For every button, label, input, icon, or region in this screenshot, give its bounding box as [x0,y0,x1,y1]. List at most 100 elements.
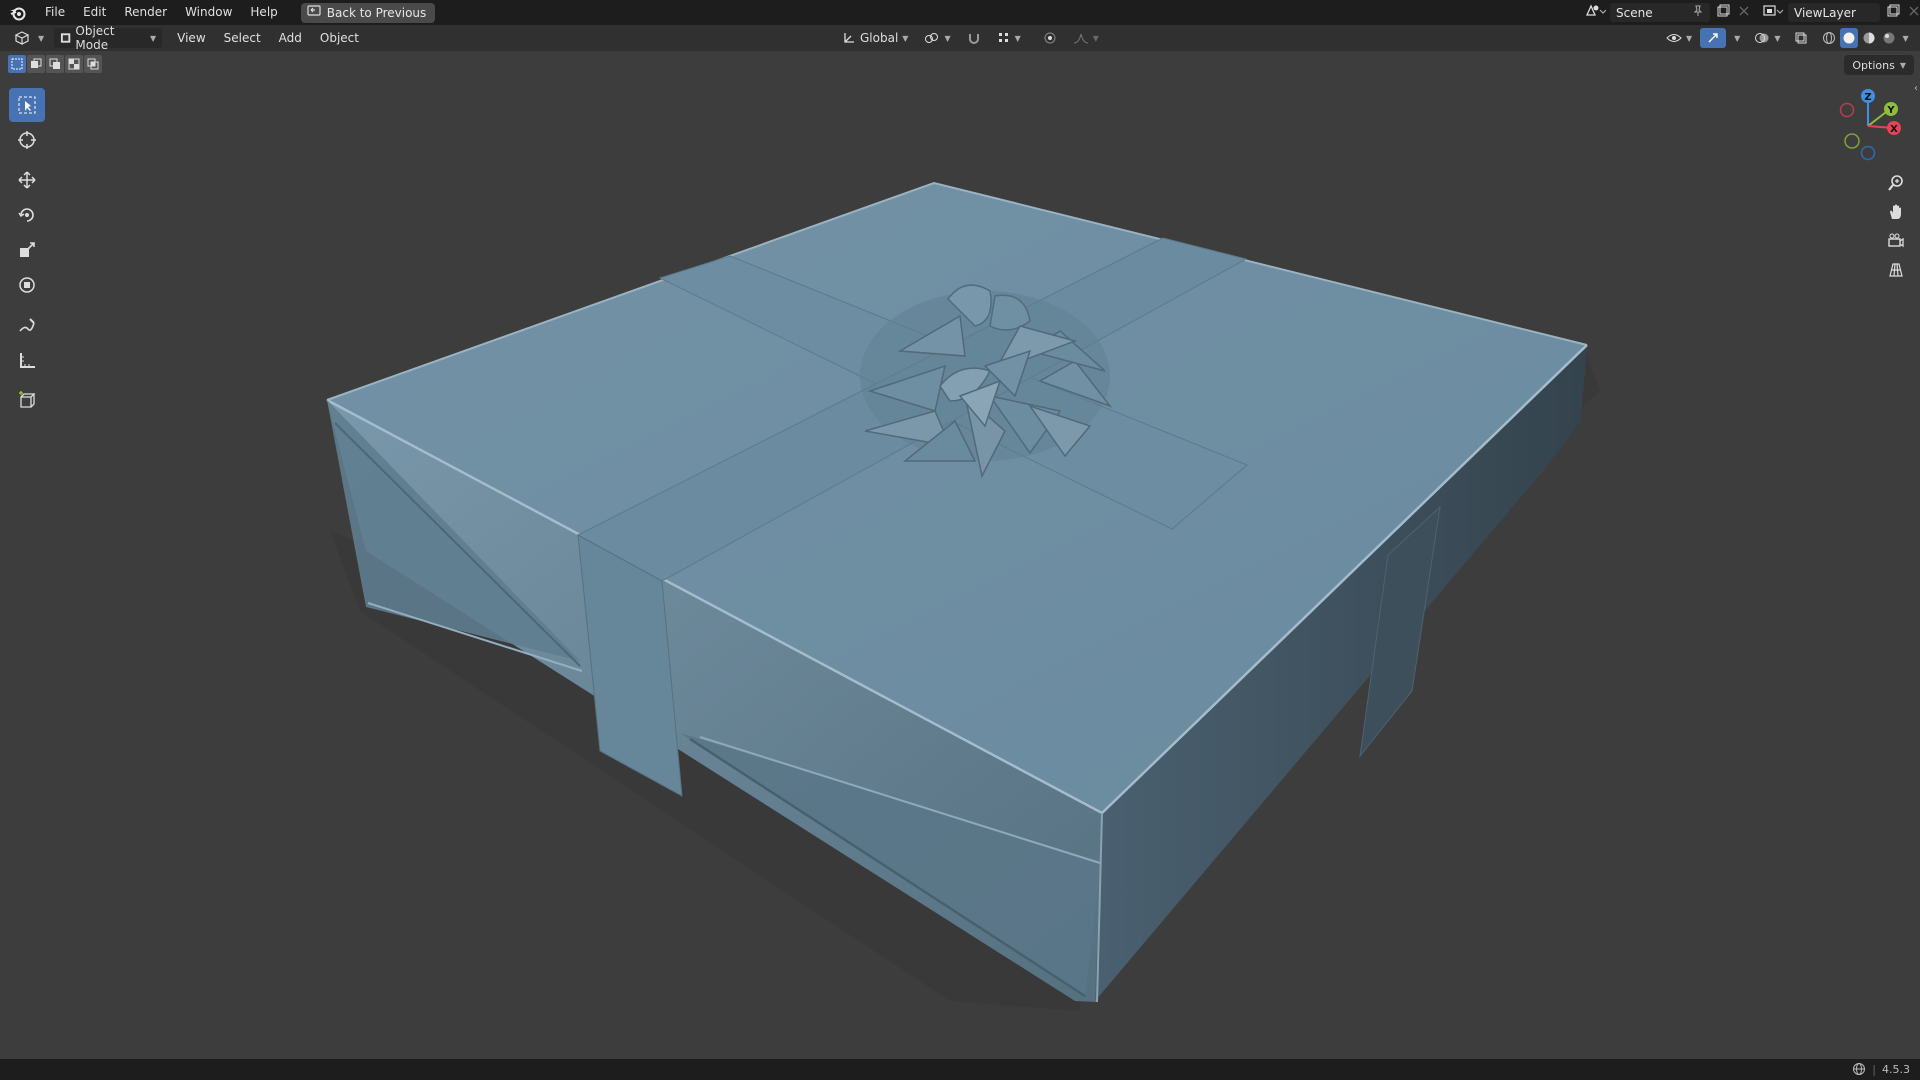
viewport-menu-object[interactable]: Object [311,26,368,51]
hand-icon [1890,204,1901,219]
select-intersect-icon [87,58,99,70]
object-mode-dropdown[interactable]: Object Mode ▼ [54,24,163,52]
magnet-icon [968,34,979,44]
overlays-toggle[interactable]: ▼ [1748,28,1786,48]
viewport-menu-view[interactable]: View [168,26,214,51]
rendered-sphere-icon [1883,32,1895,44]
x-axis-label: X [1890,124,1898,135]
z-axis-label: Z [1864,92,1871,103]
select-invert-icon [68,58,80,70]
viewport-display-controls: ▼ ▼ ▼ ▼ [1660,28,1911,48]
gizmo-dropdown[interactable]: ▼ [1728,28,1746,48]
menu-window[interactable]: Window [176,0,241,25]
delete-scene-icon[interactable] [1738,5,1750,20]
shading-wireframe-button[interactable] [1820,28,1838,48]
falloff-dropdown[interactable]: ▼ [1067,28,1105,48]
tool-transform[interactable] [9,268,45,302]
annotate-pencil-icon [19,318,35,332]
tool-annotate[interactable] [9,308,45,342]
options-label: Options [1852,58,1895,72]
3d-viewport-icon [14,31,30,45]
delete-viewlayer-icon[interactable] [1908,5,1920,20]
menu-file[interactable]: File [36,0,74,25]
tool-add-cube[interactable] [9,383,45,417]
snap-toggle[interactable] [961,28,987,48]
new-viewlayer-icon[interactable] [1886,4,1900,21]
object-mode-icon [61,33,71,43]
top-menu-bar: File Edit Render Window Help Back to Pre… [0,0,1920,25]
select-new-icon [11,58,23,70]
neg-z-axis-icon[interactable] [1860,145,1876,161]
snap-grid-icon [998,33,1008,42]
camera-icon [1888,233,1904,248]
pin-icon[interactable] [1692,5,1704,20]
select-intersect-button[interactable] [84,55,102,73]
eye-icon [1666,34,1682,42]
navigation-gizmo[interactable]: Z Y X [1810,86,1920,166]
menu-render[interactable]: Render [115,0,176,25]
wireframe-sphere-icon [1823,32,1836,44]
solid-sphere-icon [1843,32,1855,44]
xray-toggle[interactable] [1788,28,1814,48]
shading-material-button[interactable] [1860,28,1878,48]
overlays-icon [1755,33,1769,43]
select-box-icon [18,96,36,114]
back-to-previous-button[interactable]: Back to Previous [300,2,436,23]
move-icon [18,171,36,189]
proportional-editing-toggle[interactable] [1037,28,1063,48]
neg-y-axis-icon[interactable] [1844,133,1860,149]
tool-cursor[interactable] [9,123,45,157]
gift-box-model[interactable] [0,51,1920,1059]
shading-solid-button[interactable] [1840,28,1859,48]
version-info: | 4.5.3 [1852,1062,1910,1076]
shading-options-dropdown[interactable]: ▼ [1900,28,1910,48]
scene-name-field[interactable]: Scene [1610,3,1710,22]
tool-move[interactable] [9,163,45,197]
new-scene-icon[interactable] [1716,4,1730,21]
3d-viewport[interactable]: Options ▼ ‹ Z Y X [0,51,1920,1059]
transform-orientation-dropdown[interactable]: Global ▼ [836,28,914,48]
shading-rendered-button[interactable] [1880,28,1898,48]
viewlayer-name-field[interactable]: ViewLayer [1788,3,1880,22]
camera-view-button[interactable] [1882,227,1910,255]
y-axis-label: Y [1886,105,1895,116]
transform-orientation-label: Global [860,31,899,45]
viewlayer-name: ViewLayer [1794,5,1856,20]
editor-type-button[interactable]: ▼ [8,28,50,48]
viewlayer-icon[interactable] [1762,3,1784,22]
add-cube-icon [19,391,36,408]
scene-icon[interactable] [1584,3,1607,22]
select-extend-icon [31,58,42,68]
tool-scale[interactable] [9,233,45,267]
select-subtract-button[interactable] [46,55,64,73]
pan-view-button[interactable] [1882,198,1910,226]
select-subtract-icon [49,58,60,69]
gizmo-toggle[interactable] [1700,28,1727,48]
tool-measure[interactable] [9,343,45,377]
blender-logo-icon[interactable] [0,0,36,25]
tool-rotate[interactable] [9,198,45,232]
scene-name: Scene [1616,5,1653,20]
snap-target-dropdown[interactable]: ▼ [991,28,1027,48]
menu-edit[interactable]: Edit [74,0,115,25]
viewport-options-button[interactable]: Options ▼ [1844,55,1914,75]
back-to-previous-label: Back to Previous [326,5,427,20]
zoom-view-button[interactable] [1882,169,1910,197]
selectability-visibility-dropdown[interactable]: ▼ [1660,28,1698,48]
pivot-point-icon [925,33,939,43]
transform-controls: Global ▼ ▼ ▼ ▼ [836,28,1105,48]
viewport-menu-add[interactable]: Add [270,26,311,51]
viewport-menu-select[interactable]: Select [215,26,270,51]
falloff-curve-icon [1073,33,1088,44]
select-invert-button[interactable] [65,55,83,73]
status-bar: | 4.5.3 [0,1059,1920,1080]
select-new-button[interactable] [8,55,26,73]
version-number: 4.5.3 [1882,1062,1910,1076]
toggle-projection-button[interactable] [1882,256,1910,284]
select-extend-button[interactable] [27,55,45,73]
pivot-point-dropdown[interactable]: ▼ [918,28,956,48]
neg-x-axis-icon[interactable] [1839,102,1855,118]
cursor-icon [18,131,36,149]
tool-select-box[interactable] [9,88,45,122]
menu-help[interactable]: Help [241,0,286,25]
